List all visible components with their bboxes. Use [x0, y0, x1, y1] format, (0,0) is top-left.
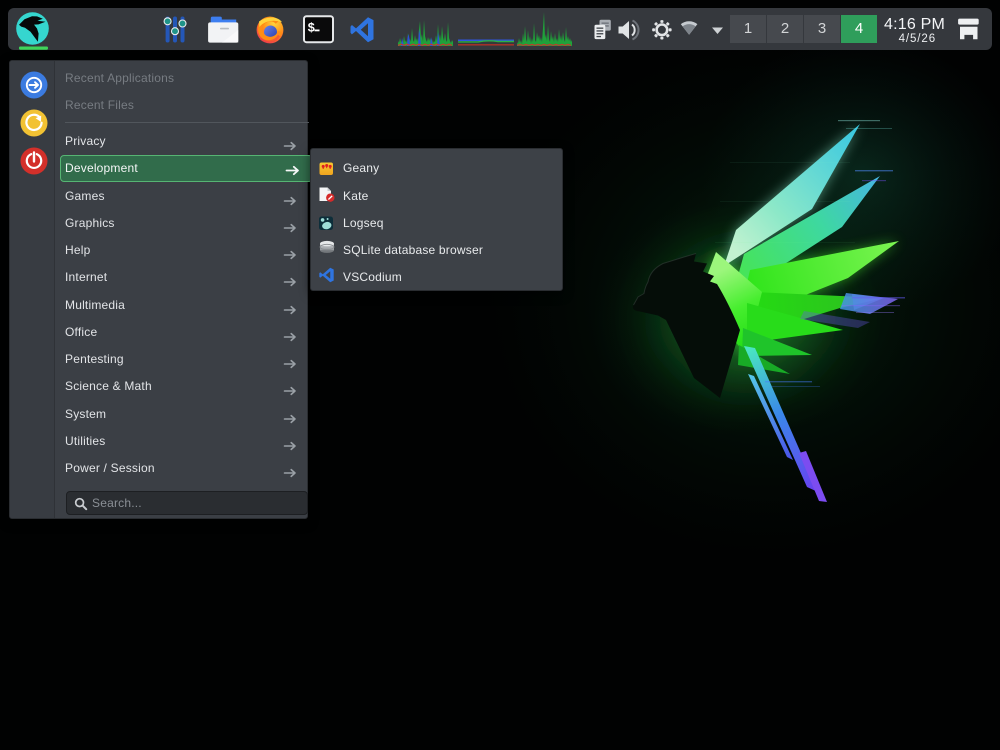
svg-text:$: $	[308, 22, 316, 36]
